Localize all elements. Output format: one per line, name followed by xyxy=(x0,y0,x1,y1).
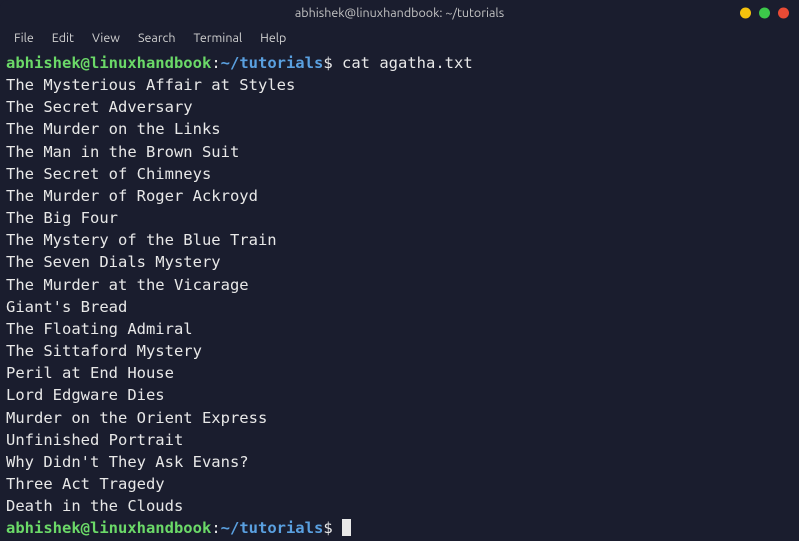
prompt-dollar: $ xyxy=(323,54,332,72)
prompt-user-host: abhishek@linuxhandbook xyxy=(6,54,211,72)
command-text: cat agatha.txt xyxy=(342,54,473,72)
menu-edit[interactable]: Edit xyxy=(44,29,82,47)
output-line: The Murder of Roger Ackroyd xyxy=(6,185,793,207)
menu-file[interactable]: File xyxy=(6,29,42,47)
output-line: The Murder at the Vicarage xyxy=(6,274,793,296)
close-button[interactable] xyxy=(778,8,789,19)
window-controls xyxy=(740,8,789,19)
output-line: The Big Four xyxy=(6,207,793,229)
output-line: Why Didn't They Ask Evans? xyxy=(6,451,793,473)
output-line: The Mysterious Affair at Styles xyxy=(6,74,793,96)
prompt-line-1: abhishek@linuxhandbook:~/tutorials$ cat … xyxy=(6,52,793,74)
cursor xyxy=(342,519,351,536)
prompt-colon: : xyxy=(211,54,220,72)
menu-help[interactable]: Help xyxy=(252,29,294,47)
minimize-button[interactable] xyxy=(740,8,751,19)
output-line: The Man in the Brown Suit xyxy=(6,141,793,163)
output-line: Lord Edgware Dies xyxy=(6,384,793,406)
output-line: Peril at End House xyxy=(6,362,793,384)
output-line: Three Act Tragedy xyxy=(6,473,793,495)
output-line: The Secret Adversary xyxy=(6,96,793,118)
menu-view[interactable]: View xyxy=(84,29,128,47)
window-title: abhishek@linuxhandbook: ~/tutorials xyxy=(295,6,504,20)
prompt-line-2: abhishek@linuxhandbook:~/tutorials$ xyxy=(6,517,793,539)
output-line: Murder on the Orient Express xyxy=(6,407,793,429)
output-line: The Secret of Chimneys xyxy=(6,163,793,185)
output-line: The Murder on the Links xyxy=(6,118,793,140)
command-output: The Mysterious Affair at StylesThe Secre… xyxy=(6,74,793,517)
output-line: Death in the Clouds xyxy=(6,495,793,517)
output-line: The Sittaford Mystery xyxy=(6,340,793,362)
output-line: Unfinished Portrait xyxy=(6,429,793,451)
titlebar: abhishek@linuxhandbook: ~/tutorials xyxy=(0,0,799,26)
terminal-body[interactable]: abhishek@linuxhandbook:~/tutorials$ cat … xyxy=(0,50,799,541)
maximize-button[interactable] xyxy=(759,8,770,19)
output-line: The Seven Dials Mystery xyxy=(6,251,793,273)
menubar: File Edit View Search Terminal Help xyxy=(0,26,799,50)
menu-search[interactable]: Search xyxy=(130,29,184,47)
output-line: The Mystery of the Blue Train xyxy=(6,229,793,251)
output-line: Giant's Bread xyxy=(6,296,793,318)
menu-terminal[interactable]: Terminal xyxy=(186,29,251,47)
output-line: The Floating Admiral xyxy=(6,318,793,340)
prompt-cwd: ~/tutorials xyxy=(221,54,324,72)
